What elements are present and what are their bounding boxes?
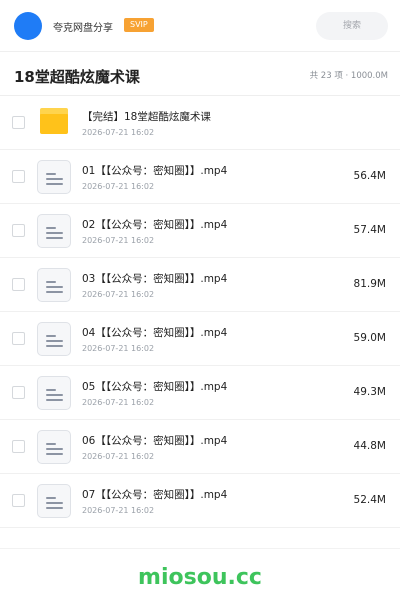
file-name[interactable]: 06【【公众号：密知圈】】.mp4 <box>82 433 227 448</box>
row-checkbox[interactable] <box>12 332 25 345</box>
file-size: 59.0M <box>353 332 386 344</box>
file-row[interactable]: 01【【公众号：密知圈】】.mp4 2026-07-21 16:02 56.4M <box>0 150 400 204</box>
search-input[interactable] <box>316 12 388 40</box>
file-date: 2026-07-21 16:02 <box>82 506 155 515</box>
svip-badge: SVIP <box>124 18 154 32</box>
footer: miosou.cc <box>0 548 400 600</box>
file-name[interactable]: 01【【公众号：密知圈】】.mp4 <box>82 163 227 178</box>
file-name[interactable]: 05【【公众号：密知圈】】.mp4 <box>82 379 227 394</box>
file-size: 81.9M <box>353 278 386 290</box>
site-watermark: miosou.cc <box>138 565 262 590</box>
file-row[interactable]: 04【【公众号：密知圈】】.mp4 2026-07-21 16:02 59.0M <box>0 312 400 366</box>
file-size: 49.3M <box>353 386 386 398</box>
file-size: 57.4M <box>353 224 386 236</box>
document-icon <box>37 376 71 410</box>
file-date: 2026-07-21 16:02 <box>82 290 155 299</box>
file-row[interactable]: 03【【公众号：密知圈】】.mp4 2026-07-21 16:02 81.9M <box>0 258 400 312</box>
file-list: 【完结】18堂超酷炫魔术课 2026-07-21 16:02 01【【公众号：密… <box>0 96 400 528</box>
document-icon <box>37 430 71 464</box>
file-date: 2026-07-21 16:02 <box>82 452 155 461</box>
file-row[interactable]: 05【【公众号：密知圈】】.mp4 2026-07-21 16:02 49.3M <box>0 366 400 420</box>
file-name[interactable]: 03【【公众号：密知圈】】.mp4 <box>82 271 227 286</box>
file-row[interactable]: 06【【公众号：密知圈】】.mp4 2026-07-21 16:02 44.8M <box>0 420 400 474</box>
item-summary: 共 23 项 · 1000.0M <box>309 71 388 81</box>
folder-icon <box>40 108 68 134</box>
file-name[interactable]: 07【【公众号：密知圈】】.mp4 <box>82 487 227 502</box>
file-size: 56.4M <box>353 170 386 182</box>
row-checkbox[interactable] <box>12 440 25 453</box>
file-name[interactable]: 【完结】18堂超酷炫魔术课 <box>82 109 211 124</box>
file-name[interactable]: 04【【公众号：密知圈】】.mp4 <box>82 325 227 340</box>
file-date: 2026-07-21 16:02 <box>82 344 155 353</box>
row-checkbox[interactable] <box>12 278 25 291</box>
share-title-bar: 18堂超酷炫魔术课 共 23 项 · 1000.0M <box>0 52 400 96</box>
row-checkbox[interactable] <box>12 386 25 399</box>
file-date: 2026-07-21 16:02 <box>82 182 155 191</box>
row-checkbox[interactable] <box>12 224 25 237</box>
file-size: 52.4M <box>353 494 386 506</box>
row-checkbox[interactable] <box>12 170 25 183</box>
document-icon <box>37 322 71 356</box>
owner-name[interactable]: 夸克网盘分享 <box>53 19 113 34</box>
file-row[interactable]: 02【【公众号：密知圈】】.mp4 2026-07-21 16:02 57.4M <box>0 204 400 258</box>
page-title: 18堂超酷炫魔术课 <box>14 68 140 86</box>
row-checkbox[interactable] <box>12 116 25 129</box>
file-date: 2026-07-21 16:02 <box>82 398 155 407</box>
file-name[interactable]: 02【【公众号：密知圈】】.mp4 <box>82 217 227 232</box>
file-row[interactable]: 07【【公众号：密知圈】】.mp4 2026-07-21 16:02 52.4M <box>0 474 400 528</box>
row-checkbox[interactable] <box>12 494 25 507</box>
file-size: 44.8M <box>353 440 386 452</box>
folder-row[interactable]: 【完结】18堂超酷炫魔术课 2026-07-21 16:02 <box>0 96 400 150</box>
document-icon <box>37 214 71 248</box>
document-icon <box>37 268 71 302</box>
file-date: 2026-07-21 16:02 <box>82 236 155 245</box>
file-date: 2026-07-21 16:02 <box>82 128 155 137</box>
document-icon <box>37 160 71 194</box>
top-bar: 夸克网盘分享 SVIP <box>0 0 400 52</box>
avatar[interactable] <box>14 12 42 40</box>
document-icon <box>37 484 71 518</box>
